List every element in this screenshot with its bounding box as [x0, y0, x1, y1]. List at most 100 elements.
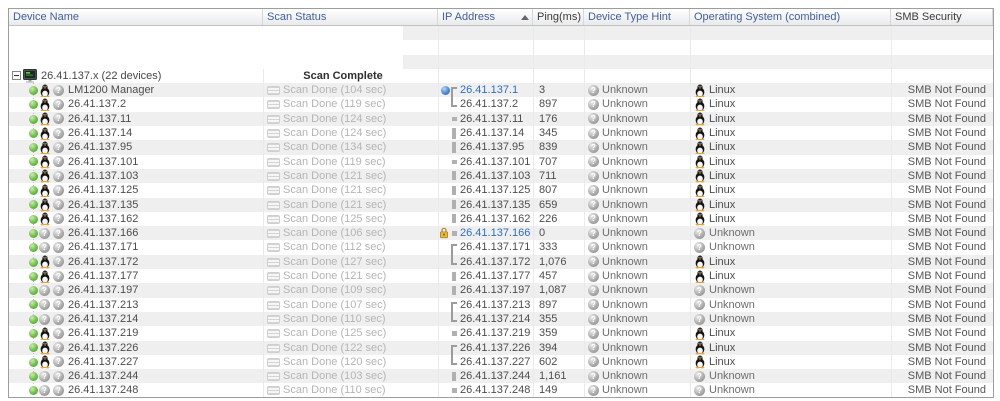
smb-status: SMB Not Found — [908, 140, 986, 154]
ip-address-link[interactable]: 26.41.137.166 — [460, 226, 530, 240]
device-type-unknown-icon — [588, 385, 599, 396]
table-row[interactable]: 26.41.137.14Scan Done (124 sec)26.41.137… — [9, 126, 993, 140]
smb-security-cell: SMB Not Found — [891, 283, 993, 297]
device-type-text: Unknown — [602, 140, 648, 154]
table-row[interactable]: 26.41.137.166Scan Done (106 sec)26.41.13… — [9, 226, 993, 240]
collapse-toggle-icon[interactable] — [12, 71, 21, 80]
group-name-cell: 26.41.137.x (22 devices) — [9, 69, 263, 83]
ping-cell: 897 — [533, 298, 584, 312]
device-name: 26.41.137.213 — [68, 298, 138, 312]
device-type-unknown-icon — [588, 213, 599, 224]
operating-system-cell: Unknown — [690, 383, 891, 397]
ip-address-cell: 26.41.137.177 — [438, 269, 533, 283]
ip-address-link[interactable]: 26.41.137.1 — [460, 83, 518, 97]
os-name: Unknown — [709, 298, 755, 312]
scan-status-text: Scan Done (110 sec) — [283, 383, 386, 397]
table-row[interactable]: 26.41.137.213Scan Done (107 sec)26.41.13… — [9, 298, 993, 312]
linux-tux-icon — [694, 212, 706, 226]
column-header-device-type-hint[interactable]: Device Type Hint — [584, 9, 690, 25]
device-type-text: Unknown — [602, 198, 648, 212]
device-type-text: Unknown — [602, 97, 648, 111]
table-row[interactable]: 26.41.137.227Scan Done (120 sec)26.41.13… — [9, 355, 993, 369]
linux-tux-icon — [694, 141, 706, 155]
scan-status-cell: Scan Done (103 sec) — [263, 369, 438, 383]
smb-security-cell: SMB Not Found — [891, 169, 993, 183]
column-header-ip-address[interactable]: IP Address — [438, 9, 533, 25]
table-row[interactable]: 26.41.137.103Scan Done (121 sec)26.41.13… — [9, 169, 993, 183]
table-row[interactable]: 26.41.137.177Scan Done (121 sec)26.41.13… — [9, 269, 993, 283]
column-header-operating-system[interactable]: Operating System (combined) — [690, 9, 891, 25]
table-row[interactable]: 26.41.137.244Scan Done (103 sec)26.41.13… — [9, 369, 993, 383]
smb-security-cell: SMB Not Found — [891, 326, 993, 340]
table-row[interactable]: 26.41.137.162Scan Done (125 sec)26.41.13… — [9, 212, 993, 226]
smb-security-cell: SMB Not Found — [891, 355, 993, 369]
table-row[interactable]: 26.41.137.219Scan Done (125 sec)26.41.13… — [9, 326, 993, 340]
device-type-text: Unknown — [602, 369, 648, 383]
group-ping-cell — [533, 69, 584, 83]
table-row[interactable]: 26.41.137.197Scan Done (109 sec)26.41.13… — [9, 283, 993, 297]
table-row[interactable]: 26.41.137.2Scan Done (119 sec)26.41.137.… — [9, 97, 993, 111]
ping-bar-icon — [452, 160, 457, 165]
device-type-cell: Unknown — [584, 169, 690, 183]
status-online-icon — [29, 286, 38, 295]
device-type-text: Unknown — [602, 355, 648, 369]
status-online-icon — [29, 258, 38, 267]
table-row[interactable]: 26.41.137.101Scan Done (119 sec)26.41.13… — [9, 155, 993, 169]
ping-cell: 3 — [533, 83, 584, 97]
status-online-icon — [29, 300, 38, 309]
ping-value: 711 — [539, 169, 557, 183]
smb-status: SMB Not Found — [908, 212, 986, 226]
unknown-os-icon — [39, 242, 50, 253]
status-online-icon — [29, 329, 38, 338]
scan-log-icon — [267, 243, 280, 252]
device-name-cell: 26.41.137.226 — [9, 341, 263, 355]
device-type-unknown-icon — [53, 171, 64, 182]
table-row[interactable]: 26.41.137.171Scan Done (112 sec)26.41.13… — [9, 240, 993, 254]
subnet-group-row[interactable]: 26.41.137.x (22 devices) Scan Complete — [9, 69, 993, 83]
scan-status-text: Scan Done (110 sec) — [283, 312, 386, 326]
ip-address-cell: 26.41.137.171 — [438, 240, 533, 254]
smb-security-cell: SMB Not Found — [891, 240, 993, 254]
device-name-cell: 26.41.137.135 — [9, 198, 263, 212]
device-type-unknown-icon — [53, 185, 64, 196]
ip-address: 26.41.137.248 — [460, 383, 530, 397]
smb-security-cell: SMB Not Found — [891, 383, 993, 397]
blank-cell — [533, 55, 584, 69]
device-type-unknown-icon — [53, 342, 64, 353]
device-type-text: Unknown — [602, 212, 648, 226]
operating-system-cell: Unknown — [690, 369, 891, 383]
smb-security-cell: SMB Not Found — [891, 226, 993, 240]
ip-address-cell: 26.41.137.213 — [438, 298, 533, 312]
table-row[interactable]: 26.41.137.11Scan Done (124 sec)26.41.137… — [9, 112, 993, 126]
operating-system-cell: Linux — [690, 269, 891, 283]
device-name-cell: 26.41.137.101 — [9, 155, 263, 169]
table-row[interactable]: 26.41.137.248Scan Done (110 sec)26.41.13… — [9, 383, 993, 397]
operating-system-cell: Linux — [690, 341, 891, 355]
scan-status-cell: Scan Done (119 sec) — [263, 97, 438, 111]
table-row[interactable]: 26.41.137.95Scan Done (134 sec)26.41.137… — [9, 140, 993, 154]
device-type-unknown-icon — [53, 299, 64, 310]
table-row[interactable]: 26.41.137.214Scan Done (110 sec)26.41.13… — [9, 312, 993, 326]
unknown-os-icon — [39, 385, 50, 396]
device-type-text: Unknown — [602, 298, 648, 312]
device-type-unknown-icon — [588, 142, 599, 153]
scan-log-icon — [267, 129, 280, 138]
table-row[interactable]: 26.41.137.172Scan Done (127 sec)26.41.13… — [9, 255, 993, 269]
ping-value: 839 — [539, 140, 557, 154]
ping-cell: 707 — [533, 155, 584, 169]
table-row[interactable]: 26.41.137.135Scan Done (121 sec)26.41.13… — [9, 198, 993, 212]
ping-value: 897 — [539, 97, 557, 111]
table-row[interactable]: LM1200 ManagerScan Done (104 sec)26.41.1… — [9, 83, 993, 97]
column-header-device-name[interactable]: Device Name — [9, 9, 263, 25]
column-header-scan-status[interactable]: Scan Status — [263, 9, 438, 25]
ping-value: 807 — [539, 183, 557, 197]
table-row[interactable]: 26.41.137.125Scan Done (121 sec)26.41.13… — [9, 183, 993, 197]
table-row[interactable]: 26.41.137.226Scan Done (122 sec)26.41.13… — [9, 341, 993, 355]
smb-security-cell: SMB Not Found — [891, 112, 993, 126]
linux-tux-icon — [694, 84, 706, 98]
column-header-ping[interactable]: Ping(ms) — [533, 9, 584, 25]
column-header-smb-security[interactable]: SMB Security — [891, 9, 993, 25]
os-name: Linux — [709, 126, 735, 140]
ping-value: 0 — [539, 226, 545, 240]
scan-status-cell: Scan Done (121 sec) — [263, 169, 438, 183]
